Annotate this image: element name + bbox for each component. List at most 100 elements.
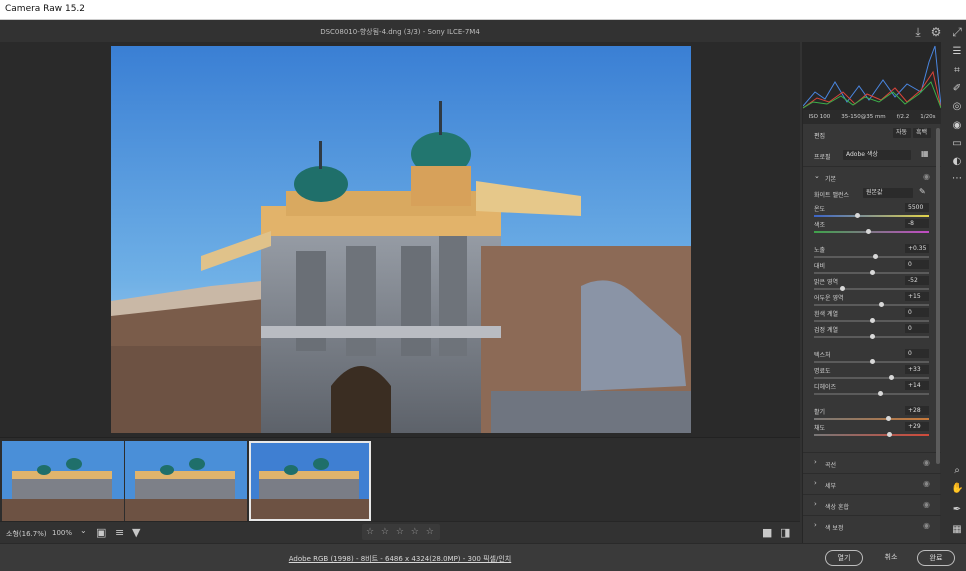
filmstrip-icon[interactable]: ▣ bbox=[96, 526, 106, 539]
panel-section-header[interactable]: › 색 보정 ◉ bbox=[803, 515, 941, 535]
slider-track[interactable] bbox=[814, 334, 929, 339]
eye-icon[interactable]: ◉ bbox=[923, 458, 930, 467]
more-icon[interactable]: ⋯ bbox=[951, 173, 963, 185]
sort-icon[interactable]: ≡ bbox=[115, 526, 124, 539]
slider-value-input[interactable]: +15 bbox=[905, 292, 929, 301]
zoom-icon[interactable]: ⌕ bbox=[951, 465, 963, 477]
open-button[interactable]: 열기 bbox=[825, 550, 863, 566]
heal-icon[interactable]: ✐ bbox=[951, 83, 963, 95]
auto-button[interactable]: 자동 bbox=[893, 128, 911, 138]
profile-select[interactable]: Adobe 색상 bbox=[843, 150, 911, 160]
slider-value-input[interactable]: -52 bbox=[905, 276, 929, 285]
slider-value-input[interactable]: +28 bbox=[905, 406, 929, 415]
redeye-icon[interactable]: ◉ bbox=[951, 120, 963, 132]
panel-section-header[interactable]: › 색상 혼합 ◉ bbox=[803, 494, 941, 514]
done-button[interactable]: 완료 bbox=[917, 550, 955, 566]
save-icon[interactable]: ⤓ bbox=[911, 25, 925, 39]
slider-thumb[interactable] bbox=[839, 286, 845, 291]
eye-icon[interactable]: ◉ bbox=[923, 479, 930, 488]
grid-icon[interactable]: ▦ bbox=[951, 524, 963, 536]
slider-value-input[interactable]: 5500 bbox=[905, 203, 929, 212]
slider-thumb[interactable] bbox=[869, 270, 875, 275]
slider-thumb[interactable] bbox=[854, 213, 860, 218]
slider-value-input[interactable]: 0 bbox=[905, 260, 929, 269]
hand-icon[interactable]: ✋ bbox=[951, 483, 963, 495]
slider-track[interactable] bbox=[814, 270, 929, 275]
snapshot-icon[interactable]: ▭ bbox=[951, 138, 963, 150]
preset-icon[interactable]: ◐ bbox=[951, 156, 963, 168]
eye-icon[interactable]: ◉ bbox=[923, 500, 930, 509]
slider-track[interactable] bbox=[814, 416, 929, 421]
slider-track[interactable] bbox=[814, 375, 929, 380]
slider-thumb[interactable] bbox=[866, 229, 872, 234]
slider-value-input[interactable]: +33 bbox=[905, 365, 929, 374]
eye-icon[interactable]: ◉ bbox=[923, 521, 930, 530]
panel-section-header[interactable]: › 세부 ◉ bbox=[803, 473, 941, 493]
slider-value-input[interactable]: 0 bbox=[905, 324, 929, 333]
workflow-options-link[interactable]: Adobe RGB (1998) - 8비트 - 6486 x 4324(28.… bbox=[0, 554, 800, 564]
slider-label: 디헤이즈 bbox=[814, 384, 837, 391]
sampler-icon[interactable]: ✒ bbox=[951, 504, 963, 516]
filmstrip-thumb[interactable] bbox=[2, 441, 124, 521]
zoom-select[interactable]: 100% bbox=[52, 529, 72, 537]
main-photo[interactable] bbox=[111, 46, 691, 433]
filmstrip-thumb-selected[interactable] bbox=[249, 441, 371, 521]
slider-track[interactable] bbox=[814, 213, 929, 218]
compare-icon[interactable]: ◨ bbox=[780, 526, 790, 539]
camera-info: ISO 100 35-150@35 mm f/2.2 1/20s bbox=[803, 110, 941, 124]
slider-track[interactable] bbox=[814, 359, 929, 364]
slider-label: 검정 계열 bbox=[814, 327, 838, 334]
snapshot-icon[interactable]: ■ bbox=[762, 526, 772, 539]
slider-value-input[interactable]: 0 bbox=[905, 308, 929, 317]
filter-icon[interactable]: ▼ bbox=[132, 526, 140, 539]
chevron-down-icon[interactable]: ⌄ bbox=[80, 526, 87, 535]
slider-label: 활기 bbox=[814, 409, 826, 416]
rating-stars[interactable]: ☆ ☆ ☆ ☆ ☆ bbox=[362, 524, 440, 540]
slider-thumb[interactable] bbox=[869, 318, 875, 323]
window-title: Camera Raw 15.2 bbox=[5, 4, 86, 14]
slider-value-input[interactable]: 0 bbox=[905, 349, 929, 358]
edit-panel: ISO 100 35-150@35 mm f/2.2 1/20s 편집 자동 흑… bbox=[802, 42, 942, 543]
slider-track[interactable] bbox=[814, 391, 929, 396]
slider-value-input[interactable]: +14 bbox=[905, 381, 929, 390]
cancel-button[interactable]: 취소 bbox=[872, 550, 910, 566]
chevron-down-icon: ⌄ bbox=[814, 172, 820, 180]
slider-thumb[interactable] bbox=[878, 302, 884, 307]
slider-thumb[interactable] bbox=[869, 334, 875, 339]
panel-scrollbar[interactable] bbox=[936, 128, 940, 464]
eyedropper-icon[interactable]: ✎ bbox=[919, 187, 926, 196]
basic-section-label: 기본 bbox=[825, 176, 837, 183]
aperture-value: f/2.2 bbox=[896, 114, 910, 120]
slider-track[interactable] bbox=[814, 432, 929, 437]
filmstrip-thumb[interactable] bbox=[125, 441, 247, 521]
mask-icon[interactable]: ◎ bbox=[951, 101, 963, 113]
slider-track[interactable] bbox=[814, 318, 929, 323]
slider-track[interactable] bbox=[814, 229, 929, 234]
wb-select[interactable]: 원본값 bbox=[863, 188, 913, 198]
fullscreen-icon[interactable]: ⤢ bbox=[950, 25, 964, 39]
slider-track[interactable] bbox=[814, 254, 929, 259]
edit-icon[interactable]: ☰ bbox=[951, 46, 963, 58]
slider-thumb[interactable] bbox=[872, 254, 878, 259]
slider-value-input[interactable]: -8 bbox=[905, 219, 929, 228]
slider-track[interactable] bbox=[814, 302, 929, 307]
bottom-toolbar: 소형(16.7%) 100% ⌄ ▣ ≡ ▼ ☆ ☆ ☆ ☆ ☆ ■ ◨ bbox=[0, 521, 800, 543]
profile-browser-icon[interactable]: ▦ bbox=[921, 149, 929, 158]
slider-thumb[interactable] bbox=[869, 359, 875, 364]
lens-value: 35-150@35 mm bbox=[841, 114, 886, 120]
zoom-label[interactable]: 소형(16.7%) bbox=[6, 529, 47, 539]
slider-value-input[interactable]: +0.35 bbox=[905, 244, 929, 253]
panel-section-header[interactable]: › 곡선 ◉ bbox=[803, 452, 941, 472]
slider-thumb[interactable] bbox=[877, 391, 883, 396]
crop-icon[interactable]: ⌗ bbox=[951, 65, 963, 77]
eye-icon[interactable]: ◉ bbox=[923, 172, 930, 181]
slider-thumb[interactable] bbox=[886, 432, 892, 437]
slider-value-input[interactable]: +29 bbox=[905, 422, 929, 431]
slider-track[interactable] bbox=[814, 286, 929, 291]
tool-strip: ☰ ⌗ ✐ ◎ ◉ ▭ ◐ ⋯ ⌕ ✋ ✒ ▦ bbox=[948, 42, 966, 543]
slider-thumb[interactable] bbox=[885, 416, 891, 421]
bw-button[interactable]: 흑백 bbox=[913, 128, 931, 138]
slider-thumb[interactable] bbox=[889, 375, 895, 380]
basic-section-header[interactable]: ⌄ 기본 ◉ bbox=[803, 166, 941, 186]
gear-icon[interactable]: ⚙ bbox=[929, 25, 943, 39]
